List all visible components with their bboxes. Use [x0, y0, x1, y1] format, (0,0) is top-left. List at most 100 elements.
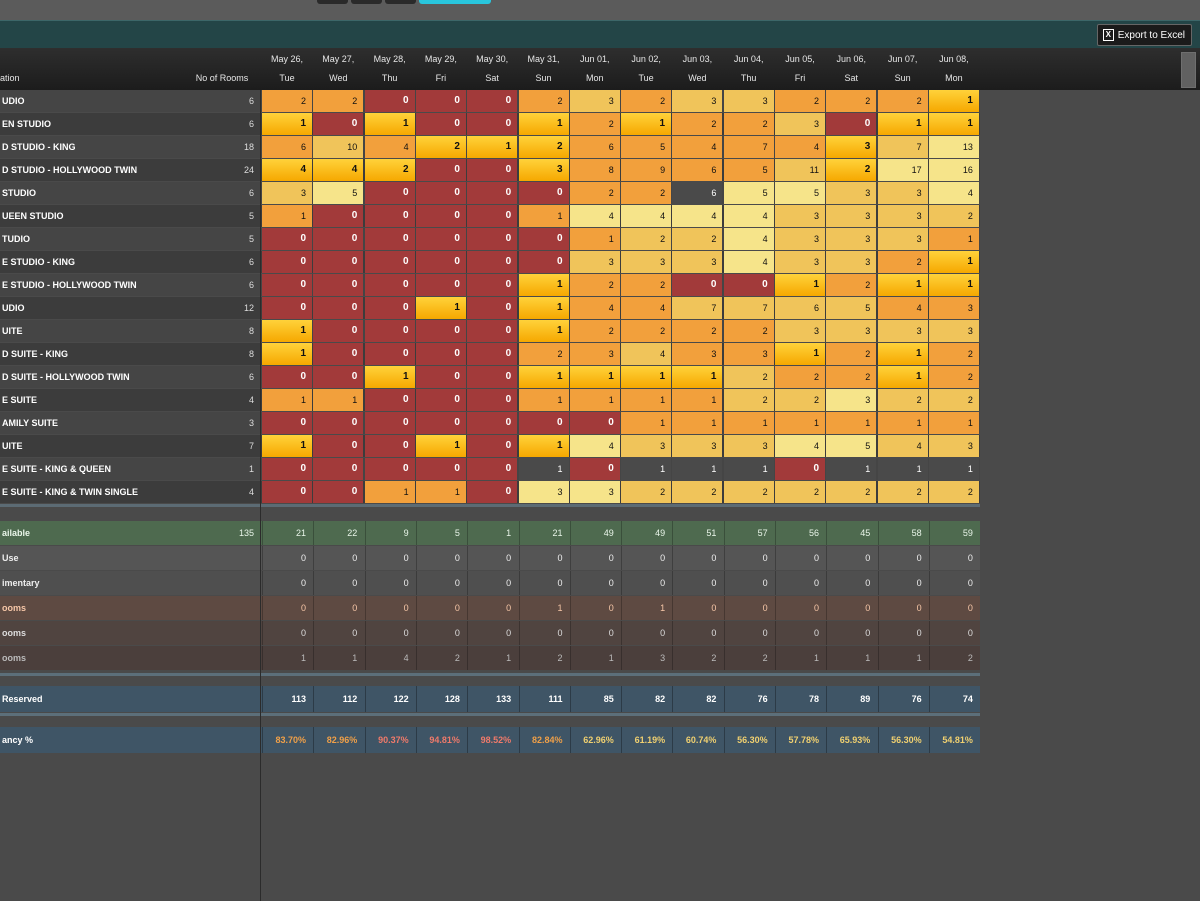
- availability-cell[interactable]: 4: [672, 136, 723, 158]
- availability-cell[interactable]: 2: [672, 320, 723, 342]
- availability-cell[interactable]: 0: [826, 113, 877, 135]
- availability-cell[interactable]: 3: [826, 182, 877, 204]
- availability-cell[interactable]: 1: [569, 389, 620, 411]
- availability-cell[interactable]: 1: [569, 366, 620, 388]
- availability-cell[interactable]: 3: [621, 435, 672, 457]
- availability-cell[interactable]: 0: [467, 389, 518, 411]
- availability-cell[interactable]: 0: [262, 251, 312, 273]
- availability-cell[interactable]: 4: [313, 159, 364, 181]
- availability-cell[interactable]: 3: [928, 320, 979, 342]
- availability-cell[interactable]: 1: [877, 343, 928, 365]
- availability-cell[interactable]: 3: [621, 251, 672, 273]
- availability-cell[interactable]: 1: [415, 435, 466, 457]
- availability-cell[interactable]: 1: [569, 228, 620, 250]
- availability-cell[interactable]: 1: [313, 389, 364, 411]
- availability-cell[interactable]: 4: [928, 182, 979, 204]
- availability-cell[interactable]: 4: [621, 205, 672, 227]
- availability-cell[interactable]: 0: [415, 343, 466, 365]
- availability-cell[interactable]: 0: [364, 343, 415, 365]
- availability-cell[interactable]: 0: [569, 458, 620, 480]
- availability-cell[interactable]: 1: [262, 435, 312, 457]
- availability-cell[interactable]: 7: [723, 297, 774, 319]
- availability-cell[interactable]: 2: [569, 113, 620, 135]
- availability-cell[interactable]: 0: [518, 412, 569, 434]
- availability-cell[interactable]: 4: [877, 297, 928, 319]
- availability-cell[interactable]: 1: [364, 113, 415, 135]
- availability-cell[interactable]: 5: [313, 182, 364, 204]
- availability-cell[interactable]: 6: [262, 136, 312, 158]
- availability-cell[interactable]: 0: [262, 297, 312, 319]
- availability-cell[interactable]: 2: [877, 251, 928, 273]
- availability-cell[interactable]: 0: [467, 182, 518, 204]
- availability-cell[interactable]: 3: [826, 320, 877, 342]
- availability-cell[interactable]: 0: [313, 320, 364, 342]
- availability-cell[interactable]: 0: [467, 366, 518, 388]
- availability-cell[interactable]: 2: [364, 159, 415, 181]
- availability-cell[interactable]: 0: [723, 274, 774, 296]
- availability-cell[interactable]: 0: [415, 113, 466, 135]
- availability-cell[interactable]: 0: [313, 458, 364, 480]
- availability-cell[interactable]: 0: [262, 458, 312, 480]
- availability-cell[interactable]: 5: [826, 435, 877, 457]
- availability-cell[interactable]: 1: [621, 366, 672, 388]
- availability-cell[interactable]: 0: [415, 228, 466, 250]
- availability-cell[interactable]: 3: [826, 136, 877, 158]
- availability-cell[interactable]: 2: [518, 343, 569, 365]
- availability-cell[interactable]: 0: [569, 412, 620, 434]
- availability-cell[interactable]: 3: [672, 343, 723, 365]
- tab-button-2[interactable]: [351, 0, 382, 4]
- availability-cell[interactable]: 2: [723, 481, 774, 503]
- availability-cell[interactable]: 1: [415, 481, 466, 503]
- availability-cell[interactable]: 4: [569, 435, 620, 457]
- availability-cell[interactable]: 6: [775, 297, 825, 319]
- availability-cell[interactable]: 0: [313, 113, 364, 135]
- availability-cell[interactable]: 1: [928, 251, 979, 273]
- availability-cell[interactable]: 3: [775, 228, 825, 250]
- availability-cell[interactable]: 3: [569, 90, 620, 112]
- availability-cell[interactable]: 4: [775, 136, 825, 158]
- availability-cell[interactable]: 0: [262, 481, 312, 503]
- availability-cell[interactable]: 1: [518, 297, 569, 319]
- availability-cell[interactable]: 17: [877, 159, 928, 181]
- availability-cell[interactable]: 2: [928, 343, 979, 365]
- availability-cell[interactable]: 0: [415, 182, 466, 204]
- availability-cell[interactable]: 1: [518, 389, 569, 411]
- availability-cell[interactable]: 2: [928, 481, 979, 503]
- availability-cell[interactable]: 4: [569, 297, 620, 319]
- availability-cell[interactable]: 0: [415, 251, 466, 273]
- tab-button-1[interactable]: [317, 0, 348, 4]
- availability-cell[interactable]: 2: [723, 389, 774, 411]
- availability-cell[interactable]: 2: [415, 136, 466, 158]
- availability-cell[interactable]: 0: [415, 389, 466, 411]
- availability-cell[interactable]: 0: [415, 366, 466, 388]
- availability-cell[interactable]: 3: [928, 297, 979, 319]
- availability-cell[interactable]: 1: [621, 412, 672, 434]
- availability-cell[interactable]: 3: [569, 481, 620, 503]
- availability-cell[interactable]: 0: [467, 320, 518, 342]
- availability-cell[interactable]: 2: [621, 90, 672, 112]
- availability-cell[interactable]: 4: [723, 251, 774, 273]
- availability-cell[interactable]: 2: [877, 389, 928, 411]
- availability-cell[interactable]: 4: [262, 159, 312, 181]
- availability-cell[interactable]: 2: [826, 366, 877, 388]
- availability-cell[interactable]: 0: [467, 159, 518, 181]
- availability-cell[interactable]: 0: [364, 435, 415, 457]
- availability-cell[interactable]: 0: [467, 412, 518, 434]
- availability-cell[interactable]: 2: [262, 90, 312, 112]
- availability-cell[interactable]: 3: [826, 228, 877, 250]
- availability-cell[interactable]: 0: [518, 182, 569, 204]
- availability-cell[interactable]: 2: [826, 159, 877, 181]
- availability-cell[interactable]: 0: [313, 366, 364, 388]
- availability-cell[interactable]: 1: [928, 90, 979, 112]
- availability-cell[interactable]: 1: [672, 458, 723, 480]
- availability-cell[interactable]: 1: [775, 274, 825, 296]
- availability-cell[interactable]: 2: [775, 90, 825, 112]
- availability-cell[interactable]: 2: [569, 182, 620, 204]
- availability-cell[interactable]: 1: [518, 366, 569, 388]
- availability-cell[interactable]: 0: [775, 458, 825, 480]
- availability-cell[interactable]: 0: [313, 228, 364, 250]
- availability-cell[interactable]: 2: [928, 366, 979, 388]
- availability-cell[interactable]: 3: [877, 205, 928, 227]
- availability-cell[interactable]: 2: [877, 481, 928, 503]
- availability-cell[interactable]: 1: [672, 366, 723, 388]
